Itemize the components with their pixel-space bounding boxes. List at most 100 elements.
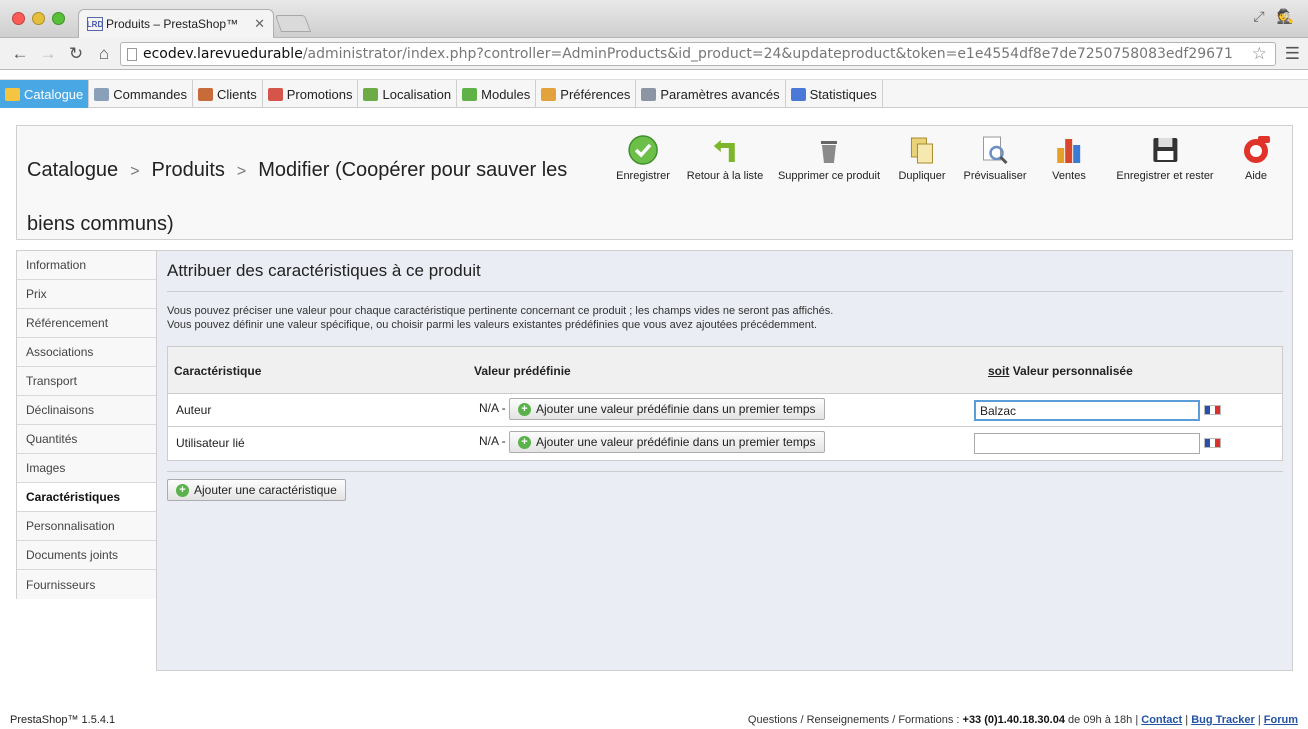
tab-8[interactable]: Caractéristiques	[17, 483, 156, 512]
topmenu-item-8[interactable]: Statistiques	[786, 80, 883, 108]
address-bar[interactable]: ecodev.larevuedurable/administrator/inde…	[120, 42, 1276, 66]
breadcrumb-catalogue[interactable]: Catalogue	[27, 159, 118, 181]
tab-1[interactable]: Prix	[17, 280, 156, 309]
product-tabs: Information Prix Référencement Associations…	[16, 250, 156, 599]
add-predefined-value-button[interactable]: + Ajouter une valeur prédéfinie dans un p…	[509, 431, 825, 453]
features-panel: Attribuer des caractéristiques à ce prod…	[156, 250, 1293, 671]
browser-tab[interactable]: LRD Produits – PrestaShop™ ✕	[78, 9, 274, 38]
url-path: /administrator/index.php?controller=Admi…	[302, 46, 1233, 62]
bug-tracker-link[interactable]: Bug Tracker	[1191, 714, 1255, 726]
topmenu-item-6[interactable]: Préférences	[536, 80, 637, 108]
desc-line-2: Vous pouvez définir une valeur spécifiqu…	[167, 319, 817, 331]
action-back-arrow-button[interactable]: Retour à la liste	[687, 134, 763, 182]
back-arrow-icon[interactable]: ←	[8, 44, 32, 64]
tab-10[interactable]: Documents joints	[17, 541, 156, 570]
save-check-icon	[627, 134, 659, 166]
topmenu-label: Catalogue	[24, 86, 84, 102]
action-duplicate-button[interactable]: Dupliquer	[898, 134, 946, 182]
action-sales-chart-button[interactable]: Ventes	[1052, 134, 1086, 182]
tab-6[interactable]: Quantités	[17, 425, 156, 454]
action-lifebuoy-button[interactable]: Aide	[1240, 134, 1272, 182]
topmenu-item-4[interactable]: Localisation	[358, 80, 458, 108]
globe-icon	[363, 87, 379, 101]
breadcrumb: Catalogue > Produits > Modifier (Coopérer po…	[27, 144, 587, 250]
topmenu-label: Clients	[216, 86, 257, 102]
fullscreen-icon[interactable]: ⤢	[1253, 8, 1264, 25]
action-preview-button[interactable]: Prévisualiser	[964, 134, 1026, 182]
custom-value-input[interactable]: Balzac	[974, 400, 1200, 421]
window-icons: ⤢ 🕵	[1253, 8, 1294, 25]
add-feature-button[interactable]: + Ajouter une caractéristique	[167, 479, 346, 501]
tab-0[interactable]: Information	[17, 251, 156, 280]
tab-close-icon[interactable]: ✕	[254, 16, 265, 32]
tab-7[interactable]: Images	[17, 454, 156, 483]
action-label: Aide	[1244, 170, 1268, 182]
close-window-button[interactable]	[12, 12, 25, 25]
action-floppy-button[interactable]: Enregistrer et rester	[1116, 134, 1214, 182]
bookmark-star-icon[interactable]: ☆	[1252, 44, 1267, 64]
chrome-menu-icon[interactable]: ☰	[1285, 44, 1300, 64]
chevron-right-icon: >	[236, 163, 247, 180]
topmenu-item-1[interactable]: Commandes	[89, 80, 193, 108]
minimize-window-button[interactable]	[32, 12, 45, 25]
topmenu-label: Statistiques	[809, 86, 877, 102]
cart-icon	[94, 87, 110, 101]
contact-link[interactable]: Contact	[1141, 714, 1182, 726]
topmenu-item-7[interactable]: Paramètres avancés	[636, 80, 786, 108]
panel-title: Attribuer des caractéristiques à ce prod…	[167, 261, 481, 280]
col-custom-label: Valeur personnalisée	[1012, 364, 1133, 378]
add-predefined-value-button[interactable]: + Ajouter une valeur prédéfinie dans un p…	[509, 398, 825, 420]
back-arrow-icon	[709, 134, 741, 166]
home-icon[interactable]: ⌂	[92, 44, 116, 64]
action-label: Enregistrer et rester	[1116, 170, 1214, 182]
topmenu-item-0[interactable]: Catalogue	[0, 80, 90, 108]
tab-2[interactable]: Référencement	[17, 309, 156, 338]
feature-name: Auteur	[176, 403, 212, 417]
divider	[167, 291, 1283, 292]
french-flag-icon[interactable]	[1204, 438, 1221, 448]
zoom-window-button[interactable]	[52, 12, 65, 25]
page-icon	[127, 47, 137, 61]
user-icon	[197, 87, 213, 101]
topmenu-item-3[interactable]: Promotions	[263, 80, 359, 108]
custom-value-input[interactable]	[974, 433, 1200, 454]
action-label: Retour à la liste	[686, 170, 764, 182]
reload-icon[interactable]: ↻	[64, 44, 88, 64]
breadcrumb-produits[interactable]: Produits	[152, 159, 225, 181]
topmenu-label: Paramètres avancés	[660, 86, 780, 102]
forum-link[interactable]: Forum	[1264, 714, 1298, 726]
new-tab-button[interactable]	[274, 15, 312, 32]
footer-contact-prefix: Questions / Renseignements / Formations …	[747, 714, 960, 726]
url-host: ecodev.larevuedurable	[143, 46, 303, 62]
col-predefined: Valeur prédéfinie	[474, 364, 571, 378]
forward-arrow-icon[interactable]: →	[36, 44, 60, 64]
floppy-icon	[1149, 134, 1181, 166]
tab-5[interactable]: Déclinaisons	[17, 396, 156, 425]
tab-3[interactable]: Associations	[17, 338, 156, 367]
browser-toolbar: ← → ↻ ⌂ ecodev.larevuedurable/administra…	[0, 38, 1308, 70]
stats-icon	[790, 87, 806, 101]
action-label: Ventes	[1052, 170, 1086, 182]
action-label: Enregistrer	[616, 170, 670, 182]
voucher-icon	[267, 87, 283, 101]
puzzle-icon	[462, 87, 478, 101]
action-trash-button[interactable]: Supprimer ce produit	[778, 134, 880, 182]
tab-title: Produits – PrestaShop™	[106, 17, 239, 31]
divider	[167, 471, 1283, 472]
prefs-icon	[541, 87, 557, 101]
tab-11[interactable]: Fournisseurs	[17, 570, 156, 599]
topmenu-item-2[interactable]: Clients	[193, 80, 263, 108]
button-label: Ajouter une valeur prédéfinie dans un pr…	[536, 402, 816, 416]
tab-4[interactable]: Transport	[17, 367, 156, 396]
wrench-icon	[641, 87, 657, 101]
topmenu-item-5[interactable]: Modules	[457, 80, 537, 108]
page-header: Catalogue > Produits > Modifier (Coopérer po…	[16, 125, 1293, 240]
action-save-check-button[interactable]: Enregistrer	[616, 134, 670, 182]
french-flag-icon[interactable]	[1204, 405, 1221, 415]
table-row: Auteur N/A - + Ajouter une valeur prédéfi…	[168, 394, 1282, 427]
plus-icon: +	[518, 435, 531, 449]
topmenu-label: Commandes	[113, 86, 187, 102]
tab-9[interactable]: Personnalisation	[17, 512, 156, 541]
admin-top-menu: Catalogue Commandes Clients Promotions Local…	[0, 79, 1308, 108]
preview-icon	[979, 134, 1011, 166]
